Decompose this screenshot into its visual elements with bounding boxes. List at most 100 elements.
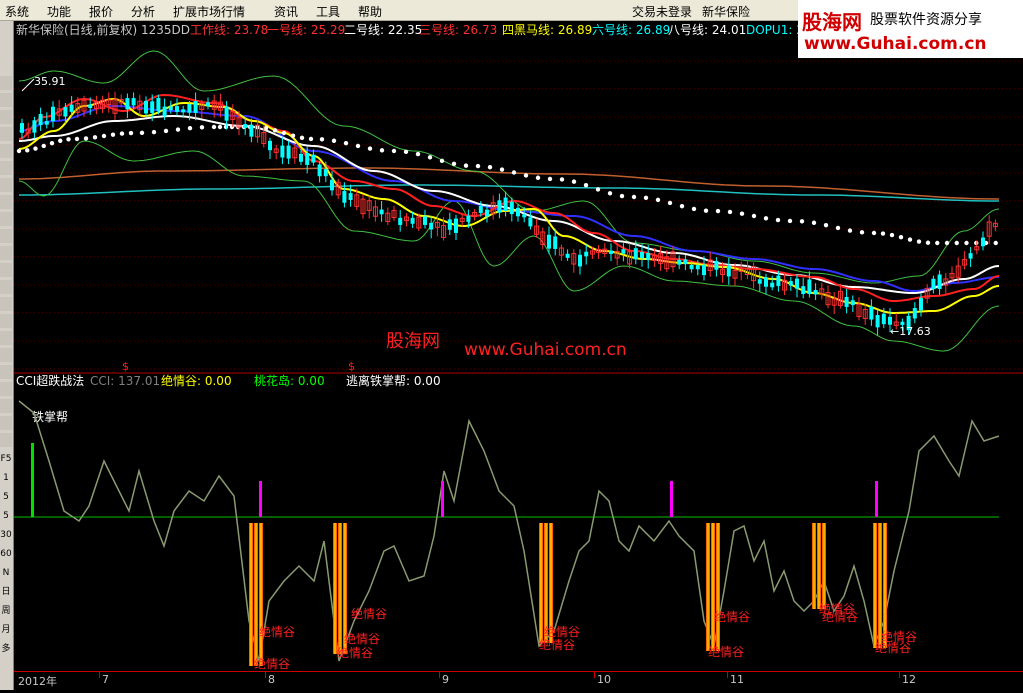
dotted-line-dot <box>25 148 30 153</box>
time-tick: 10 <box>597 673 611 686</box>
candle-down <box>131 98 136 106</box>
dotted-line-dot <box>944 240 950 246</box>
toolbar-icon[interactable] <box>0 127 12 141</box>
login-status[interactable]: 交易未登录 <box>632 3 692 20</box>
signal-dollar: $ <box>122 360 129 373</box>
period-button[interactable]: 月 <box>0 623 12 637</box>
period-button[interactable]: 1 <box>0 471 12 485</box>
dotted-line-dot <box>41 143 46 149</box>
candle-down <box>286 145 291 159</box>
candle-down <box>497 200 502 213</box>
candle-down <box>578 254 582 267</box>
signal-dollar: $ <box>348 360 355 373</box>
toolbar-icon[interactable] <box>0 178 12 192</box>
period-button[interactable]: 多 <box>0 642 12 656</box>
candle-down <box>175 106 179 112</box>
dotted-line-dot <box>974 240 979 246</box>
jueqinggu-signal-bar-inner <box>818 523 820 609</box>
candle-down <box>689 264 694 270</box>
period-button[interactable]: 60 <box>0 547 12 561</box>
period-button[interactable]: 30 <box>0 528 12 542</box>
dotted-line-dot <box>66 137 71 142</box>
candle-down <box>503 197 508 211</box>
toolbar-icon[interactable] <box>0 382 12 396</box>
long-ma-cyan <box>19 184 999 202</box>
toolbar-icon[interactable] <box>0 246 12 260</box>
toolbar-icon[interactable] <box>0 280 12 294</box>
menu-item[interactable]: 报价 <box>89 3 113 20</box>
toolbar-icon[interactable] <box>0 110 12 124</box>
jueqinggu-signal-bar-inner <box>260 523 262 666</box>
candle-down <box>193 101 198 113</box>
menu-item[interactable]: 资讯 <box>274 3 298 20</box>
toolbar-icon[interactable] <box>0 399 12 413</box>
candle-down <box>206 102 210 107</box>
stock-name-menu[interactable]: 新华保险 <box>702 3 750 20</box>
watermark-brand: 股海网 <box>802 10 862 34</box>
toolbar-icon[interactable] <box>0 263 12 277</box>
candle-down <box>454 218 458 233</box>
candle-down <box>44 121 49 125</box>
menu-item[interactable]: 功能 <box>47 3 71 20</box>
candle-down <box>553 236 558 249</box>
price-low-label: ←17.63 <box>890 325 931 338</box>
candle-down <box>423 216 427 225</box>
jueqinggu-signal-bar-inner <box>874 523 876 648</box>
candle-down <box>311 154 316 163</box>
time-tick: 8 <box>268 673 275 686</box>
toolbar-icon[interactable] <box>0 76 12 90</box>
toolbar-icon[interactable] <box>0 314 12 328</box>
dotted-line-dot <box>643 195 649 200</box>
dotted-line-dot <box>631 194 637 200</box>
toolbar-icon[interactable] <box>0 348 12 362</box>
toolbar-icon[interactable] <box>0 144 12 158</box>
dotted-line-dot <box>110 132 116 137</box>
jueqinggu-signal-bar-inner <box>540 523 542 643</box>
dotted-line-dot <box>559 177 565 182</box>
main-legend-item: 三号线: 26.73 <box>419 23 497 37</box>
candle-down <box>528 217 533 227</box>
toolbar-icon[interactable] <box>0 297 12 311</box>
period-button[interactable]: F5 <box>0 452 12 466</box>
period-button[interactable]: 日 <box>0 585 12 599</box>
candle-down <box>726 265 731 277</box>
dotted-line-dot <box>128 130 134 136</box>
toolbar-icon[interactable] <box>0 212 12 226</box>
chart-canvas[interactable]: 新华保险(日线,前复权) 1235DD 工作线: 23.78一号线: 25.29二… <box>14 21 1023 690</box>
center-watermark-url: www.Guhai.com.cn <box>464 340 627 360</box>
period-button[interactable]: 5 <box>0 490 12 504</box>
menu-item[interactable]: 帮助 <box>358 3 382 20</box>
toolbar-icon[interactable] <box>0 331 12 345</box>
jueqinggu-label: 绝情谷 <box>544 624 580 639</box>
tick-mark <box>99 672 100 678</box>
toolbar-icon[interactable] <box>0 365 12 379</box>
dotted-line-dot <box>787 218 793 224</box>
candle-down <box>38 114 43 126</box>
period-button[interactable]: N <box>0 566 12 580</box>
menu-item[interactable]: 工具 <box>316 3 340 20</box>
main-legend-item: 八号线: 24.01 <box>668 23 746 37</box>
candle-down <box>317 164 322 177</box>
candle-down <box>224 106 229 121</box>
tick-mark <box>899 672 900 678</box>
indicator-legend-item: 绝情谷: 0.00 <box>161 373 232 388</box>
candle-down <box>88 104 93 109</box>
menu-item[interactable]: 系统 <box>5 3 29 20</box>
menu-item[interactable]: 扩展市场行情 <box>173 3 245 20</box>
candle-down <box>342 191 347 203</box>
dotted-line-dot <box>308 136 314 142</box>
toolbar-icon[interactable] <box>0 195 12 209</box>
toolbar-icon[interactable] <box>0 93 12 107</box>
candle-down <box>547 234 551 249</box>
toolbar-icon[interactable] <box>0 433 12 447</box>
candle-down <box>609 250 613 254</box>
dotted-line-dot <box>655 197 661 203</box>
period-button[interactable]: 5 <box>0 509 12 523</box>
period-button[interactable]: 周 <box>0 604 12 618</box>
candle-down <box>850 300 855 306</box>
toolbar-icon[interactable] <box>0 229 12 243</box>
menu-item[interactable]: 分析 <box>131 3 155 20</box>
toolbar-icon[interactable] <box>0 161 12 175</box>
candle-down <box>695 265 700 270</box>
toolbar-icon[interactable] <box>0 416 12 430</box>
